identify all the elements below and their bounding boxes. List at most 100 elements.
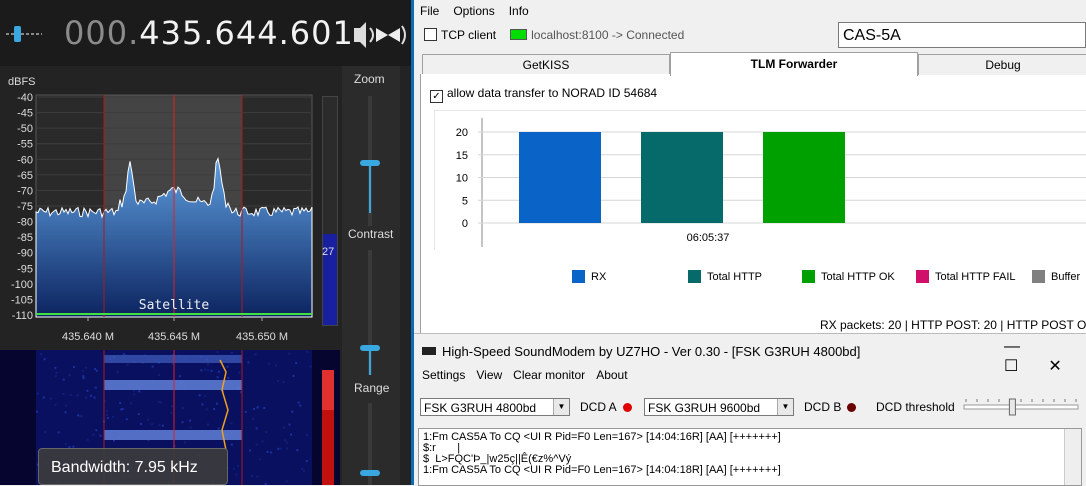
menu-clear-monitor[interactable]: Clear monitor bbox=[513, 368, 585, 382]
level-meter bbox=[322, 96, 338, 326]
chart-y-tick: 10 bbox=[456, 173, 468, 185]
x-tick-label: 435.645 M bbox=[148, 331, 200, 343]
y-tick-label: -55 bbox=[17, 139, 33, 151]
dcd-threshold-handle[interactable] bbox=[1008, 398, 1016, 416]
y-tick-label: -105 bbox=[11, 294, 33, 306]
y-tick-label: -90 bbox=[17, 248, 33, 260]
monitor-line: 1:Fm CAS5A To CQ <UI R Pid=F0 Len=167> [… bbox=[423, 464, 781, 476]
legend-item: Total HTTP bbox=[688, 270, 762, 283]
satellite-name-field[interactable]: CAS-5A bbox=[838, 22, 1086, 48]
y-tick-label: -60 bbox=[17, 154, 33, 166]
range-label: Range bbox=[354, 381, 390, 395]
range-slider-handle[interactable] bbox=[360, 470, 380, 476]
tlm-forwarder-window: File Options Info TCP client localhost:8100… bbox=[414, 0, 1086, 333]
allow-transfer-row: ✓ allow data transfer to NORAD ID 54684 bbox=[430, 86, 657, 103]
y-tick-label: -70 bbox=[17, 185, 33, 197]
menu-file[interactable]: File bbox=[420, 4, 439, 18]
x-tick-label: 435.640 M bbox=[62, 331, 114, 343]
menu-view[interactable]: View bbox=[476, 368, 502, 382]
contrast-label: Contrast bbox=[348, 227, 394, 241]
zoom-label: Zoom bbox=[354, 72, 385, 86]
connection-status-led bbox=[510, 29, 528, 40]
tab-debug[interactable]: Debug bbox=[918, 54, 1086, 75]
y-tick-label: -100 bbox=[11, 279, 33, 291]
forwarder-menubar: File Options Info bbox=[420, 4, 543, 18]
legend-label: Total HTTP bbox=[707, 271, 763, 283]
sdr-panel: 000.435.644.601 dBFS -40 -45 -50 -55 -60 -65 -… bbox=[0, 0, 413, 485]
dcd-a-label: DCD A bbox=[580, 400, 617, 414]
legend-item: Buffer bbox=[1032, 270, 1080, 283]
tab-tlm-forwarder[interactable]: TLM Forwarder bbox=[670, 52, 918, 76]
spectrum-plot[interactable]: dBFS -40 -45 -50 -55 -60 -65 -70 -75 -80 -85 -90 -9… bbox=[0, 66, 340, 350]
dbfs-label: dBFS bbox=[8, 76, 36, 88]
legend-swatch bbox=[688, 270, 701, 283]
chart-y-tick: 5 bbox=[462, 195, 468, 207]
minimize-icon[interactable]: — bbox=[1004, 338, 1020, 355]
packet-stats: RX packets: 20 | HTTP POST: 20 | HTTP PO… bbox=[820, 318, 1086, 332]
modem-b-select[interactable]: FSK G3RUH 9600bd ▼ bbox=[644, 398, 794, 416]
menu-info[interactable]: Info bbox=[509, 4, 529, 18]
dcd-threshold-slider[interactable] bbox=[962, 398, 1082, 418]
monitor-scrollbar[interactable] bbox=[1064, 429, 1081, 485]
dcd-a-led bbox=[622, 403, 632, 412]
bar-total-http-ok bbox=[763, 132, 845, 223]
zoom-slider-fill bbox=[369, 163, 371, 213]
y-tick-label: -50 bbox=[17, 123, 33, 135]
legend-item: RX bbox=[572, 270, 606, 283]
dcd-b-indicator: DCD B bbox=[804, 400, 857, 414]
chart-y-tick: 0 bbox=[462, 218, 468, 230]
mute-speaker-icon[interactable] bbox=[350, 20, 408, 50]
chevron-down-icon[interactable]: ▼ bbox=[777, 399, 793, 415]
legend-label: Total HTTP OK bbox=[821, 271, 895, 283]
window-controls: — ☐ ✕ bbox=[974, 338, 1086, 376]
dcd-b-label: DCD B bbox=[804, 400, 842, 414]
frequency-display[interactable]: 000.435.644.601 bbox=[64, 14, 354, 52]
chart-y-tick: 15 bbox=[456, 150, 468, 162]
legend-label: RX bbox=[591, 271, 607, 283]
window-title: High-Speed SoundModem by UZ7HO - Ver 0.3… bbox=[442, 344, 861, 359]
contrast-slider-fill bbox=[369, 348, 371, 375]
modem-b-value: FSK G3RUH 9600bd bbox=[648, 401, 761, 415]
tab-getkiss[interactable]: GetKISS bbox=[422, 54, 670, 75]
dcd-threshold-label: DCD threshold bbox=[876, 400, 955, 414]
level-value: 27 bbox=[322, 246, 335, 258]
monitor-line: 1:Fm CAS5A To CQ <UI R Pid=F0 Len=167> [… bbox=[423, 431, 781, 443]
maximize-icon[interactable]: ☐ bbox=[1004, 358, 1018, 375]
close-icon[interactable]: ✕ bbox=[1048, 358, 1061, 375]
chevron-down-icon[interactable]: ▼ bbox=[553, 399, 569, 415]
y-tick-label: -75 bbox=[17, 201, 33, 213]
y-tick-label: -85 bbox=[17, 232, 33, 244]
connection-status-text: localhost:8100 -> Connected bbox=[531, 28, 685, 42]
tcp-client-checkbox[interactable] bbox=[424, 28, 437, 41]
allow-transfer-label: allow data transfer to NORAD ID 54684 bbox=[447, 86, 658, 100]
menu-options[interactable]: Options bbox=[453, 4, 494, 18]
tcp-client-label: TCP client bbox=[441, 28, 497, 42]
y-tick-label: -65 bbox=[17, 170, 33, 182]
y-tick-label: -40 bbox=[17, 92, 33, 104]
chart-x-tick: 06:05:37 bbox=[687, 232, 730, 244]
bar-total-http bbox=[641, 132, 723, 223]
volume-slider-icon[interactable] bbox=[6, 22, 42, 46]
soundmodem-menubar: Settings View Clear monitor About bbox=[422, 368, 639, 382]
soundmodem-window: High-Speed SoundModem by UZ7HO - Ver 0.3… bbox=[414, 333, 1086, 486]
menu-settings[interactable]: Settings bbox=[422, 368, 465, 382]
menu-about[interactable]: About bbox=[596, 368, 627, 382]
legend-item: Total HTTP FAIL bbox=[916, 270, 1016, 283]
bandwidth-tooltip: Bandwidth: 7.95 kHz bbox=[38, 448, 228, 485]
y-tick-label: -95 bbox=[17, 263, 33, 275]
legend-item: Total HTTP OK bbox=[802, 270, 895, 283]
legend-swatch bbox=[802, 270, 815, 283]
soundmodem-titlebar: High-Speed SoundModem by UZ7HO - Ver 0.3… bbox=[422, 344, 860, 359]
modem-a-select[interactable]: FSK G3RUH 4800bd ▼ bbox=[420, 398, 570, 416]
x-tick-label: 435.650 M bbox=[236, 331, 288, 343]
bar-rx bbox=[519, 132, 601, 223]
dcd-b-led bbox=[847, 403, 857, 412]
legend-swatch bbox=[916, 270, 929, 283]
modem-a-value: FSK G3RUH 4800bd bbox=[424, 401, 537, 415]
legend-label: Buffer bbox=[1051, 271, 1081, 283]
y-tick-label: -110 bbox=[12, 310, 33, 322]
allow-transfer-checkbox[interactable]: ✓ bbox=[430, 90, 443, 103]
monitor-log[interactable]: 1:Fm CAS5A To CQ <UI R Pid=F0 Len=167> [… bbox=[418, 428, 1082, 486]
y-tick-label: -80 bbox=[17, 217, 33, 229]
chart-y-tick: 20 bbox=[456, 127, 468, 139]
